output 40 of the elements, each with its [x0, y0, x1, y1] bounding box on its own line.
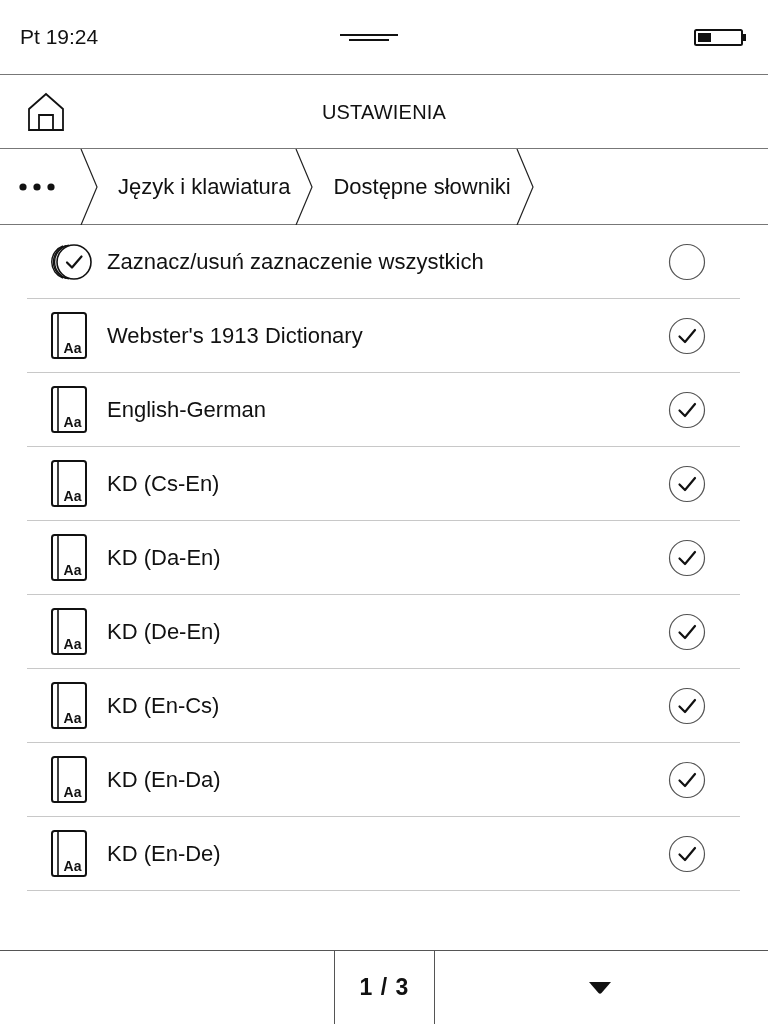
book-icon: Aa — [51, 608, 87, 655]
checkbox[interactable] — [668, 686, 706, 725]
checkbox[interactable] — [668, 538, 706, 577]
dictionary-name[interactable]: KD (Cs-En) — [107, 467, 668, 500]
breadcrumb-item[interactable]: Język i klawiatura — [99, 149, 296, 224]
status-time: Pt 19:24 — [20, 24, 99, 51]
book-icon: Aa — [51, 830, 87, 877]
home-icon — [27, 91, 65, 132]
drag-handle-icon[interactable] — [340, 33, 398, 41]
chevron-icon — [80, 149, 99, 225]
dictionary-name[interactable]: KD (De-En) — [107, 615, 668, 648]
caret-down-icon — [588, 981, 611, 994]
book-icon: Aa — [51, 386, 87, 433]
book-icon: Aa — [51, 460, 87, 507]
dictionary-name[interactable]: KD (En-Da) — [107, 763, 668, 796]
chevron-icon — [515, 149, 535, 225]
book-icon: Aa — [51, 756, 87, 803]
page-indicator: 1 / 3 — [359, 973, 410, 1003]
dictionary-name[interactable]: KD (Da-En) — [107, 541, 668, 574]
dictionary-name[interactable]: Webster's 1913 Dictionary — [107, 319, 668, 352]
breadcrumb-item[interactable]: Dostępne słowniki — [314, 149, 516, 224]
book-icon: Aa — [51, 312, 87, 359]
checkbox[interactable] — [668, 242, 706, 281]
home-button[interactable] — [27, 91, 65, 132]
book-icon: Aa — [51, 682, 87, 729]
checkbox[interactable] — [668, 390, 706, 429]
battery-icon — [694, 28, 747, 46]
more-icon — [19, 182, 55, 191]
screen-title: USTAWIENIA — [321, 99, 447, 125]
select-all-label[interactable]: Zaznacz/usuń zaznaczenie wszystkich — [107, 245, 668, 278]
checkbox[interactable] — [668, 316, 706, 355]
dictionary-name[interactable]: KD (En-Cs) — [107, 689, 668, 722]
chevron-icon — [295, 149, 315, 225]
checkbox[interactable] — [668, 464, 706, 503]
checkbox[interactable] — [668, 834, 706, 873]
checkbox[interactable] — [668, 760, 706, 799]
dictionary-name[interactable]: KD (En-De) — [107, 837, 668, 870]
book-icon: Aa — [51, 534, 87, 581]
dictionary-name[interactable]: English-German — [107, 393, 668, 426]
checkbox[interactable] — [668, 612, 706, 651]
